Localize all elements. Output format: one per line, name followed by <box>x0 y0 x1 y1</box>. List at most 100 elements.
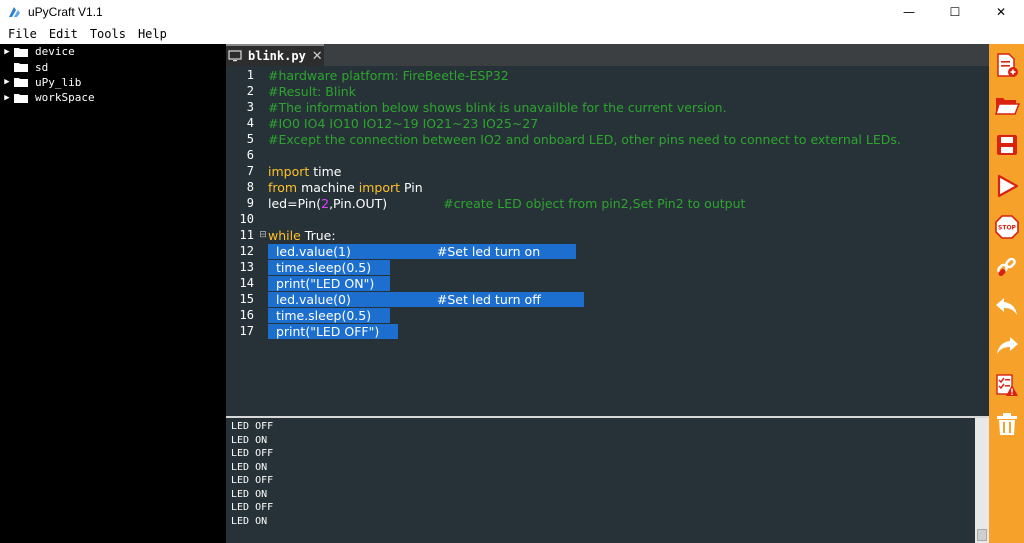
terminal-line: LED OFF <box>231 421 274 432</box>
open-folder-icon <box>994 98 1020 115</box>
redo-button[interactable] <box>989 327 1024 363</box>
code-line: 12 led.value(1) #Set led turn on <box>226 243 576 259</box>
selected-text: print("LED ON") <box>268 275 390 291</box>
line-number: 2 <box>246 84 254 98</box>
selected-text: led.value(1) #Set led turn on <box>268 243 576 259</box>
syntax-check-button[interactable] <box>989 367 1024 403</box>
folder-icon <box>14 47 28 57</box>
menu-tools[interactable]: Tools <box>84 27 132 41</box>
line-number: 9 <box>246 196 254 210</box>
code-text: #IO0 IO4 IO10 IO12~19 IO21~23 IO25~27 <box>268 115 539 131</box>
line-number: 12 <box>239 244 254 258</box>
upycraft-logo-icon <box>9 7 20 17</box>
selected-text: print("LED OFF") <box>268 323 398 339</box>
code-text: led=Pin( <box>268 195 322 211</box>
redo-icon <box>996 337 1018 354</box>
window-controls: — ☐ ✕ <box>886 0 1024 24</box>
syntax-check-icon <box>995 374 1018 396</box>
code-line: 14 print("LED ON") <box>226 275 390 291</box>
menu-bar: File Edit Tools Help <box>0 24 1024 44</box>
tree-item-device[interactable]: ▶ device <box>0 44 226 59</box>
line-number: 17 <box>239 324 254 338</box>
new-file-icon <box>996 53 1018 77</box>
expand-arrow-icon[interactable]: ▶ <box>0 47 14 57</box>
undo-button[interactable] <box>989 288 1024 324</box>
code-line: 17 print("LED OFF") <box>226 323 398 339</box>
selected-text: time.sleep(0.5) <box>268 259 390 275</box>
stop-button[interactable]: STOP <box>989 209 1024 245</box>
editor-panel: blink.py ✕ 1 #hardware platform: FireBee… <box>226 44 989 543</box>
code-comment: #create LED object from pin2,Set Pin2 to… <box>443 195 746 211</box>
terminal-output[interactable]: LED OFF LED ON LED OFF LED ON LED OFF LE… <box>226 418 975 543</box>
tree-item-label: workSpace <box>35 91 95 105</box>
scrollbar-thumb[interactable] <box>977 529 987 541</box>
code-text: Pin <box>400 179 423 195</box>
fold-toggle-icon[interactable]: ⊟ <box>258 230 268 240</box>
terminal-line: LED ON <box>231 488 268 500</box>
code-line: 9 led=Pin(2,Pin.OUT) #create LED object … <box>226 195 746 211</box>
tab-label: blink.py <box>248 49 306 63</box>
number-literal: 2 <box>321 195 330 211</box>
clear-button[interactable] <box>989 406 1024 442</box>
expand-arrow-icon[interactable]: ▶ <box>0 93 14 103</box>
line-number: 14 <box>239 276 254 290</box>
folder-icon <box>14 78 28 88</box>
line-number: 5 <box>246 132 254 146</box>
tab-blink-py[interactable]: blink.py ✕ <box>226 44 324 66</box>
line-number: 1 <box>246 68 254 82</box>
code-text: #The information below shows blink is un… <box>268 99 727 115</box>
line-number: 15 <box>239 292 254 306</box>
open-button[interactable] <box>989 87 1024 123</box>
line-number: 11 <box>239 228 254 242</box>
tab-bar: blink.py ✕ <box>226 44 989 66</box>
tree-item-label: device <box>35 45 75 59</box>
folder-icon <box>14 63 28 73</box>
run-button[interactable] <box>989 168 1024 204</box>
save-button[interactable] <box>989 127 1024 163</box>
tree-item-workspace[interactable]: ▶ workSpace <box>0 90 226 105</box>
close-button[interactable]: ✕ <box>978 0 1024 24</box>
tree-item-label: uPy_lib <box>35 75 82 89</box>
tree-item-sd[interactable]: sd <box>0 59 226 74</box>
selected-text: led.value(0) #Set led turn off <box>268 291 584 307</box>
keyword: import <box>358 179 401 195</box>
selected-text: time.sleep(0.5) <box>268 307 390 323</box>
terminal-line: LED OFF <box>231 475 274 486</box>
code-text: machine <box>297 179 359 195</box>
terminal-line: LED ON <box>231 461 268 473</box>
code-line: 10 <box>226 211 268 227</box>
line-number: 6 <box>246 148 254 162</box>
connect-icon <box>996 257 1016 277</box>
minimize-button[interactable]: — <box>886 0 932 24</box>
run-icon <box>997 174 1018 198</box>
terminal-scrollbar[interactable] <box>975 418 989 543</box>
code-line: 5 #Except the connection between IO2 and… <box>226 131 901 147</box>
line-number: 16 <box>239 308 254 322</box>
menu-help[interactable]: Help <box>132 27 173 41</box>
maximize-button[interactable]: ☐ <box>932 0 978 24</box>
file-tree: ▶ device sd ▶ uPy_lib ▶ workSpace <box>0 44 226 543</box>
code-line: 1 #hardware platform: FireBeetle-ESP32 <box>226 67 509 83</box>
keyword: while <box>268 227 301 243</box>
code-line: 7 import time <box>226 163 342 179</box>
new-file-button[interactable] <box>989 47 1024 83</box>
code-line: 8 from machine import Pin <box>226 179 423 195</box>
tree-item-label: sd <box>35 60 49 74</box>
code-editor[interactable]: 1 #hardware platform: FireBeetle-ESP32 2… <box>226 66 989 416</box>
tree-item-upy-lib[interactable]: ▶ uPy_lib <box>0 75 226 90</box>
terminal-line: LED OFF <box>231 448 274 459</box>
code-line: 2 #Result: Blink <box>226 83 356 99</box>
menu-edit[interactable]: Edit <box>43 27 84 41</box>
code-text: #Except the connection between IO2 and o… <box>268 131 901 147</box>
code-text: True: <box>300 227 336 243</box>
tab-close-icon[interactable]: ✕ <box>312 49 323 64</box>
code-line: 4 #IO0 IO4 IO10 IO12~19 IO21~23 IO25~27 <box>226 115 538 131</box>
save-icon <box>996 135 1017 155</box>
terminal-line: LED ON <box>231 515 268 527</box>
expand-arrow-icon[interactable]: ▶ <box>0 77 14 87</box>
code-line: 3 #The information below shows blink is … <box>226 99 727 115</box>
menu-file[interactable]: File <box>2 27 43 41</box>
svg-text:STOP: STOP <box>998 225 1017 232</box>
connect-button[interactable] <box>989 249 1024 285</box>
title-bar: uPyCraft V1.1 — ☐ ✕ <box>0 0 1024 24</box>
